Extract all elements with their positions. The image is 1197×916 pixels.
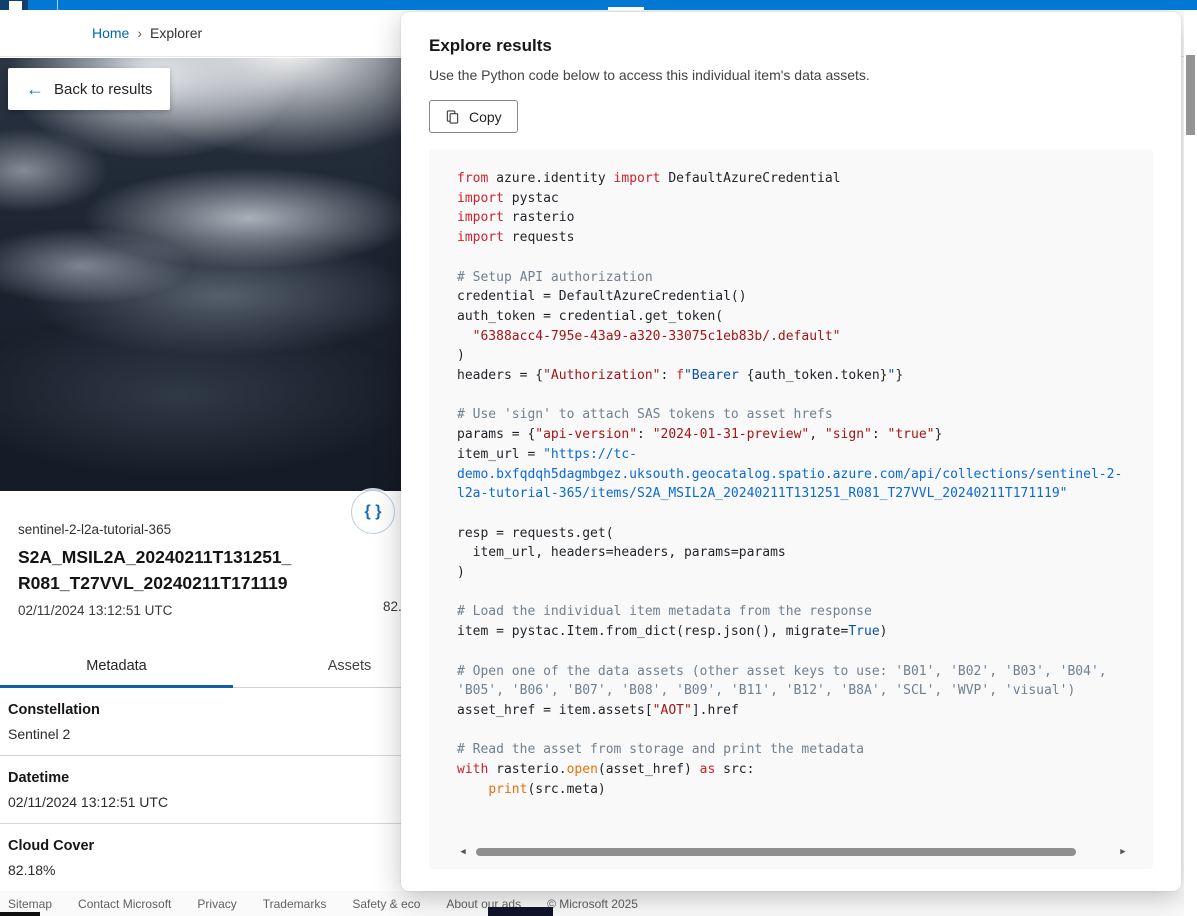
footer-link-trademarks[interactable]: Trademarks [263,897,327,911]
collection-name: sentinel-2-l2a-tutorial-365 [18,522,390,537]
item-preview-image [0,58,401,491]
dialog-title: Explore results [429,36,1153,56]
waffle-icon [9,1,22,10]
dialog-subtitle: Use the Python code below to access this… [429,67,1153,83]
python-code: from azure.identity import DefaultAzureC… [457,169,1129,839]
copy-button-label: Copy [469,109,502,125]
back-arrow-icon: ← [26,80,44,98]
footer-link-contact[interactable]: Contact Microsoft [78,897,171,911]
tab-metadata[interactable]: Metadata [0,645,233,687]
hidden-element-fragment [488,907,553,916]
item-title-line1: S2A_MSIL2A_20240211T131251_ [18,547,291,567]
topbar-divider [57,0,58,10]
footer-copyright: © Microsoft 2025 [547,897,638,911]
chevron-right-icon: › [137,25,142,41]
page-scrollbar[interactable] [1184,10,1197,916]
app-launcher-button[interactable] [0,0,28,10]
explore-results-dialog: Explore results Use the Python code belo… [401,12,1181,891]
item-title: S2A_MSIL2A_20240211T131251_ R081_T27VVL_… [18,544,390,596]
scroll-left-icon[interactable]: ◀ [457,847,469,857]
page-scrollbar-thumb[interactable] [1186,55,1195,135]
back-button-label: Back to results [54,81,152,98]
footer-link-safety[interactable]: Safety & eco [352,897,420,911]
hidden-element-fragment [0,912,40,916]
item-datetime: 02/11/2024 13:12:51 UTC [18,603,390,618]
site-footer: Sitemap Contact Microsoft Privacy Tradem… [0,891,1197,916]
code-block: from azure.identity import DefaultAzureC… [429,149,1153,869]
footer-link-privacy[interactable]: Privacy [197,897,236,911]
back-to-results-button[interactable]: ← Back to results [8,68,170,110]
top-navigation-bar [0,0,1197,10]
code-snippet-button[interactable]: { } [351,490,395,534]
copy-button[interactable]: Copy [429,100,518,133]
detail-tabs: Metadata Assets [0,645,466,688]
breadcrumb-home-link[interactable]: Home [92,25,129,41]
item-summary: sentinel-2-l2a-tutorial-365 S2A_MSIL2A_2… [18,522,390,618]
scroll-right-icon[interactable]: ▶ [1117,847,1129,857]
footer-link-sitemap[interactable]: Sitemap [8,897,52,911]
horizontal-scrollbar[interactable]: ◀ ▶ [457,843,1129,861]
breadcrumb-current: Explorer [150,25,202,41]
braces-icon: { } [365,503,382,521]
scrollbar-thumb[interactable] [476,848,1076,856]
scrollbar-track[interactable] [474,848,1112,856]
copy-icon [445,109,460,125]
item-title-line2: R081_T27VVL_20240211T171119 [18,573,288,593]
active-nav-underline [608,7,644,10]
